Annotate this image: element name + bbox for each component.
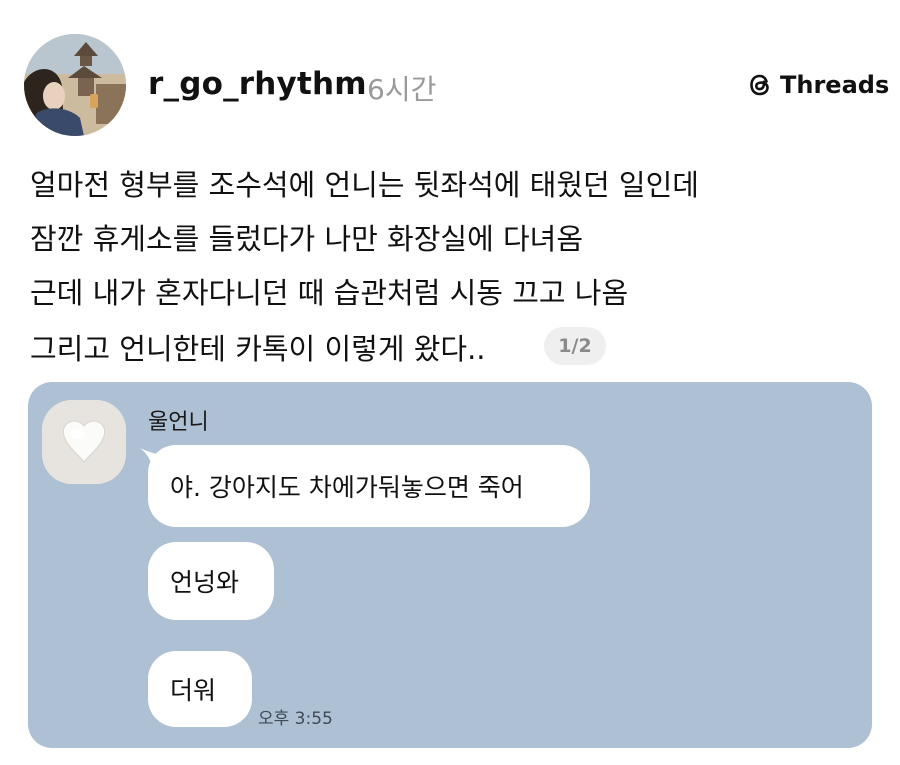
image-pager-badge: 1/2 (544, 327, 606, 365)
chat-message-bubble: 야. 강아지도 차에가둬놓으면 죽어 (148, 445, 590, 527)
chat-timestamp: 오후 3:55 (258, 709, 333, 729)
post-text-line-3: 근데 내가 혼자다니던 때 습관처럼 시동 끄고 나옴 (30, 276, 629, 310)
post-text-line-2: 잠깐 휴게소를 들렀다가 나만 화장실에 다녀옴 (30, 222, 584, 256)
post-text-line-4: 그리고 언니한테 카톡이 이렇게 왔다.. (30, 332, 486, 366)
username[interactable]: r_go_rhythm (148, 66, 367, 102)
threads-label: Threads (780, 71, 890, 99)
cotton-avatar-image (42, 400, 126, 484)
threads-brand[interactable]: Threads (746, 68, 889, 102)
chat-message-bubble: 더워 (148, 651, 252, 727)
threads-logo-icon (746, 71, 774, 99)
profile-avatar-image[interactable] (24, 34, 126, 136)
post-header: r_go_rhythm 6시간 Threads (0, 0, 900, 140)
chat-sender-name: 울언니 (148, 410, 209, 435)
post-text-line-1: 얼마전 형부를 조수석에 언니는 뒷좌석에 태웠던 일인데 (30, 168, 699, 202)
post-time: 6시간 (367, 73, 437, 106)
chat-screenshot-image[interactable]: 울언니 야. 강아지도 차에가둬놓으면 죽어 언넝와 더워 오후 3:55 (28, 382, 872, 748)
chat-message-bubble: 언넝와 (148, 542, 274, 620)
